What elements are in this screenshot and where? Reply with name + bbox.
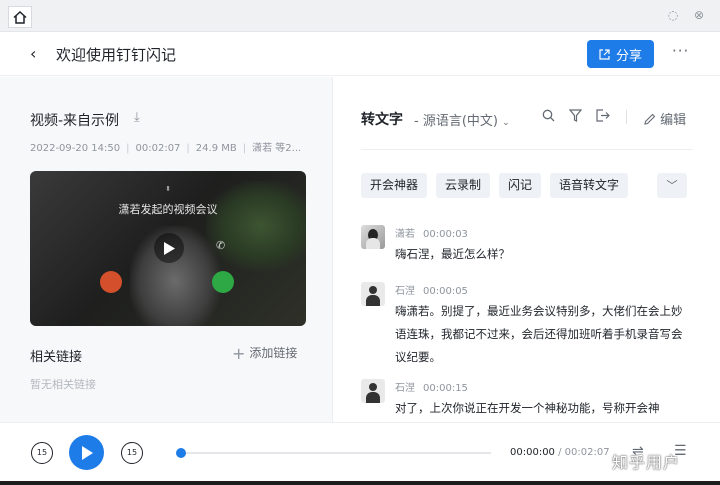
camera-icon xyxy=(212,271,234,293)
video-date: 2022-09-20 14:50 xyxy=(30,143,121,154)
home-button[interactable] xyxy=(8,6,32,28)
language-select[interactable]: - 源语言(中文) ⌄ xyxy=(414,110,510,129)
video-participants: 潇若 等2... xyxy=(252,143,302,154)
avatar xyxy=(361,282,385,306)
home-icon xyxy=(13,10,27,24)
timestamp[interactable]: 00:00:15 xyxy=(423,383,468,394)
keyword-tags: 开会神器 云录制 闪记 语音转文字 xyxy=(361,173,629,198)
keyword-tag[interactable]: 云录制 xyxy=(436,173,491,198)
download-icon[interactable]: ⤓ xyxy=(134,110,140,125)
search-icon[interactable] xyxy=(542,109,555,122)
call-title: 潇若发起的视频会议 xyxy=(118,203,218,216)
timestamp[interactable]: 00:00:05 xyxy=(423,286,468,297)
speaker-name: 石涅 xyxy=(395,383,415,394)
transcript-title: 转文字 xyxy=(361,112,403,128)
keyword-tag[interactable]: 开会神器 xyxy=(361,173,428,198)
chevron-down-icon: ﹀ xyxy=(666,179,678,192)
total-time: / 00:02:07 xyxy=(558,447,610,458)
entry-text: 对了，上次你说正在开发一个神秘功能，号称开会神 xyxy=(395,401,660,415)
export-icon[interactable] xyxy=(596,109,610,122)
entry-meta: 石涅 00:00:05 xyxy=(395,282,468,297)
taskbar-strip xyxy=(0,481,720,485)
video-background xyxy=(206,181,306,271)
transcript-panel: 转文字 - 源语言(中文) ⌄ 编辑 开会神器 云录制 闪记 语音转文字 ﹀ 潇… xyxy=(334,77,720,422)
add-link-button[interactable]: + 添加链接 xyxy=(232,344,297,363)
avatar xyxy=(361,379,385,403)
entry-meta: 潇若 00:00:03 xyxy=(395,225,468,240)
share-label: 分享 xyxy=(615,48,642,64)
share-icon xyxy=(599,48,610,60)
progress-track[interactable] xyxy=(181,452,491,454)
skip-back-button[interactable]: 15 xyxy=(31,442,53,464)
video-size: 24.9 MB xyxy=(195,143,237,154)
keyword-tag[interactable]: 语音转文字 xyxy=(550,173,629,198)
timestamp[interactable]: 00:00:03 xyxy=(423,229,468,240)
hangup-icon xyxy=(100,271,122,293)
language-label: - 源语言(中文) xyxy=(414,114,498,129)
chevron-down-icon: ⌄ xyxy=(502,118,510,128)
play-icon xyxy=(164,241,175,255)
play-icon xyxy=(81,445,93,460)
keyword-tag[interactable]: 闪记 xyxy=(499,173,542,198)
add-link-label: 添加链接 xyxy=(249,346,298,360)
transcript-toolbar xyxy=(542,109,610,122)
video-player[interactable]: ▮ 潇若发起的视频会议 ✆ xyxy=(30,171,306,326)
edit-button[interactable]: 编辑 xyxy=(644,109,686,128)
avatar xyxy=(361,225,385,249)
time-display: 00:00:00 / 00:02:07 xyxy=(510,447,610,458)
play-button[interactable] xyxy=(69,435,104,470)
video-play-button[interactable] xyxy=(154,233,184,263)
video-meta: 2022-09-20 14:50 | 00:02:07 | 24.9 MB | 潇若 等2.… xyxy=(30,143,302,154)
current-time: 00:00:00 xyxy=(510,447,555,458)
system-bar: ◌ ⊗ xyxy=(0,0,720,32)
skip-back-label: 15 xyxy=(36,448,48,457)
video-title: 视频-来自示例 xyxy=(30,113,120,129)
edit-label: 编辑 xyxy=(660,113,687,128)
pencil-icon xyxy=(644,113,656,125)
progress-handle[interactable] xyxy=(176,448,186,458)
watermark: 知乎用户 xyxy=(612,453,681,472)
toolbar-divider xyxy=(626,110,627,124)
page-title: 欢迎使用钉钉闪记 xyxy=(56,46,177,64)
entry-meta: 石涅 00:00:15 xyxy=(395,379,468,394)
speaker-name: 潇若 xyxy=(395,229,415,240)
filter-icon[interactable] xyxy=(569,109,582,122)
call-header: ▮ xyxy=(166,185,170,192)
related-links-title: 相关链接 xyxy=(30,350,83,365)
divider xyxy=(361,149,693,150)
close-icon[interactable]: ⊗ xyxy=(692,8,706,22)
video-duration: 00:02:07 xyxy=(135,143,181,154)
back-icon[interactable]: ‹ xyxy=(30,44,36,63)
minimize-icon[interactable]: ◌ xyxy=(666,8,680,22)
related-links-empty: 暂无相关链接 xyxy=(30,378,96,391)
plus-icon: + xyxy=(232,344,246,363)
more-icon[interactable]: ··· xyxy=(672,42,689,60)
speaker-name: 石涅 xyxy=(395,286,415,297)
skip-forward-button[interactable]: 15 xyxy=(121,442,143,464)
skip-forward-label: 15 xyxy=(126,448,138,457)
entry-text: 嗨潇若。别提了，最近业务会议特别多，大佬们在会上妙语连珠，我都记不过来，会后还得… xyxy=(395,304,683,364)
phone-icon: ✆ xyxy=(216,239,226,252)
media-panel: 视频-来自示例 ⤓ 2022-09-20 14:50 | 00:02:07 | 24.9… xyxy=(0,77,333,422)
entry-text: 嗨石涅，最近怎么样？ xyxy=(395,247,510,261)
share-button[interactable]: 分享 xyxy=(587,40,654,68)
expand-tags-button[interactable]: ﹀ xyxy=(657,173,687,198)
header: ‹ 欢迎使用钉钉闪记 分享 ··· xyxy=(0,32,720,76)
